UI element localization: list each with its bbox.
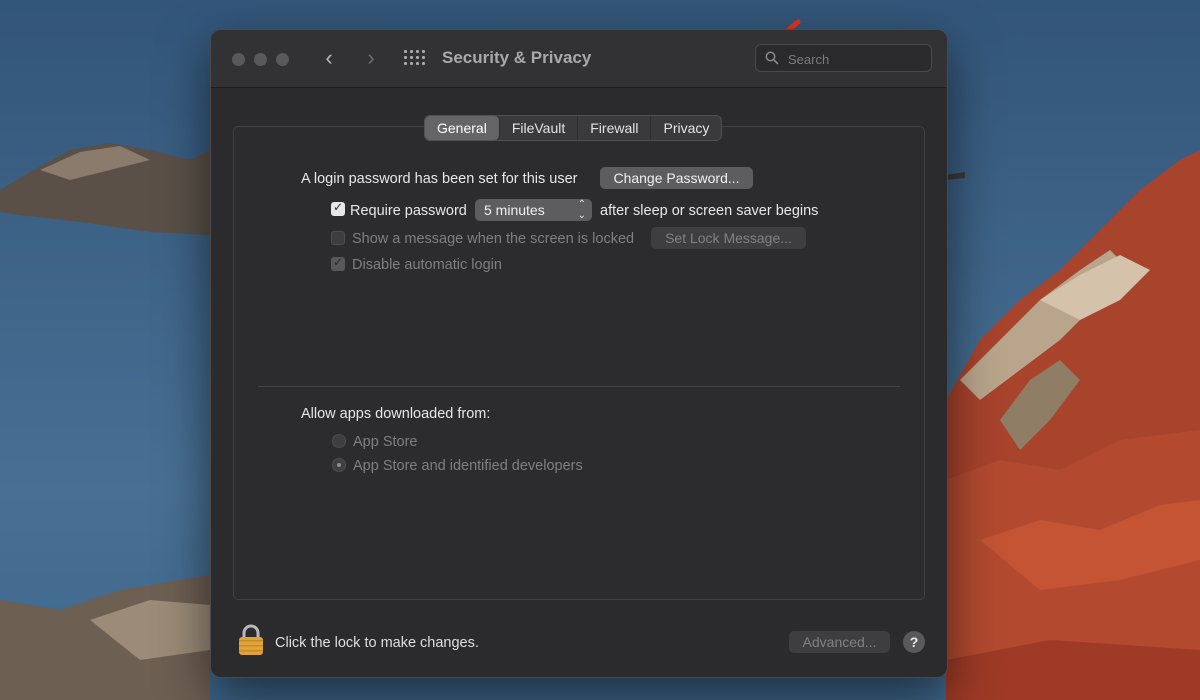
- require-password-delay-select[interactable]: 5 minutes ⌃ ⌄: [475, 199, 592, 221]
- section-divider: [258, 386, 900, 387]
- close-window-button[interactable]: [232, 53, 245, 66]
- radio-app-store-label: App Store: [353, 434, 418, 450]
- search-input[interactable]: [786, 48, 930, 70]
- login-password-text: A login password has been set for this u…: [301, 171, 578, 187]
- titlebar: ‹ › Security & Privacy: [211, 30, 947, 88]
- show-message-checkbox[interactable]: [331, 231, 345, 245]
- security-privacy-window: ‹ › Security & Privacy A login password …: [210, 29, 948, 678]
- tab-firewall[interactable]: Firewall: [578, 116, 652, 140]
- require-password-suffix: after sleep or screen saver begins: [600, 203, 819, 219]
- window-title: Security & Privacy: [442, 48, 592, 67]
- stepper-chevrons-icon: ⌃ ⌄: [577, 199, 586, 221]
- lock-icon[interactable]: [238, 624, 264, 656]
- tab-filevault[interactable]: FileVault: [500, 116, 579, 140]
- advanced-button[interactable]: Advanced...: [789, 631, 890, 653]
- radio-app-store[interactable]: [332, 434, 346, 448]
- minimize-window-button[interactable]: [254, 53, 267, 66]
- tab-privacy[interactable]: Privacy: [651, 116, 721, 140]
- show-message-label: Show a message when the screen is locked: [352, 231, 635, 247]
- require-password-checkbox[interactable]: [331, 200, 345, 216]
- show-all-grid-icon[interactable]: [404, 50, 425, 66]
- require-password-label: Require password: [350, 203, 467, 219]
- radio-app-store-identified-label: App Store and identified developers: [353, 458, 583, 474]
- tab-bar: General FileVault Firewall Privacy: [424, 115, 723, 141]
- search-icon: [765, 51, 779, 65]
- lock-status-text: Click the lock to make changes.: [275, 635, 479, 651]
- tab-general[interactable]: General: [425, 116, 500, 140]
- help-button[interactable]: ?: [903, 631, 925, 653]
- radio-app-store-identified[interactable]: [332, 458, 346, 472]
- forward-chevron-icon[interactable]: ›: [358, 44, 384, 72]
- allow-apps-heading: Allow apps downloaded from:: [301, 406, 491, 422]
- disable-auto-login-label: Disable automatic login: [352, 257, 502, 273]
- disable-auto-login-checkbox[interactable]: [331, 255, 345, 271]
- zoom-window-button[interactable]: [276, 53, 289, 66]
- change-password-button[interactable]: Change Password...: [600, 167, 753, 189]
- require-password-delay-value: 5 minutes: [484, 202, 545, 218]
- search-field[interactable]: [755, 44, 932, 72]
- tab-panel: A login password has been set for this u…: [233, 126, 925, 600]
- set-lock-message-button[interactable]: Set Lock Message...: [651, 227, 806, 249]
- back-chevron-icon[interactable]: ‹: [316, 44, 342, 72]
